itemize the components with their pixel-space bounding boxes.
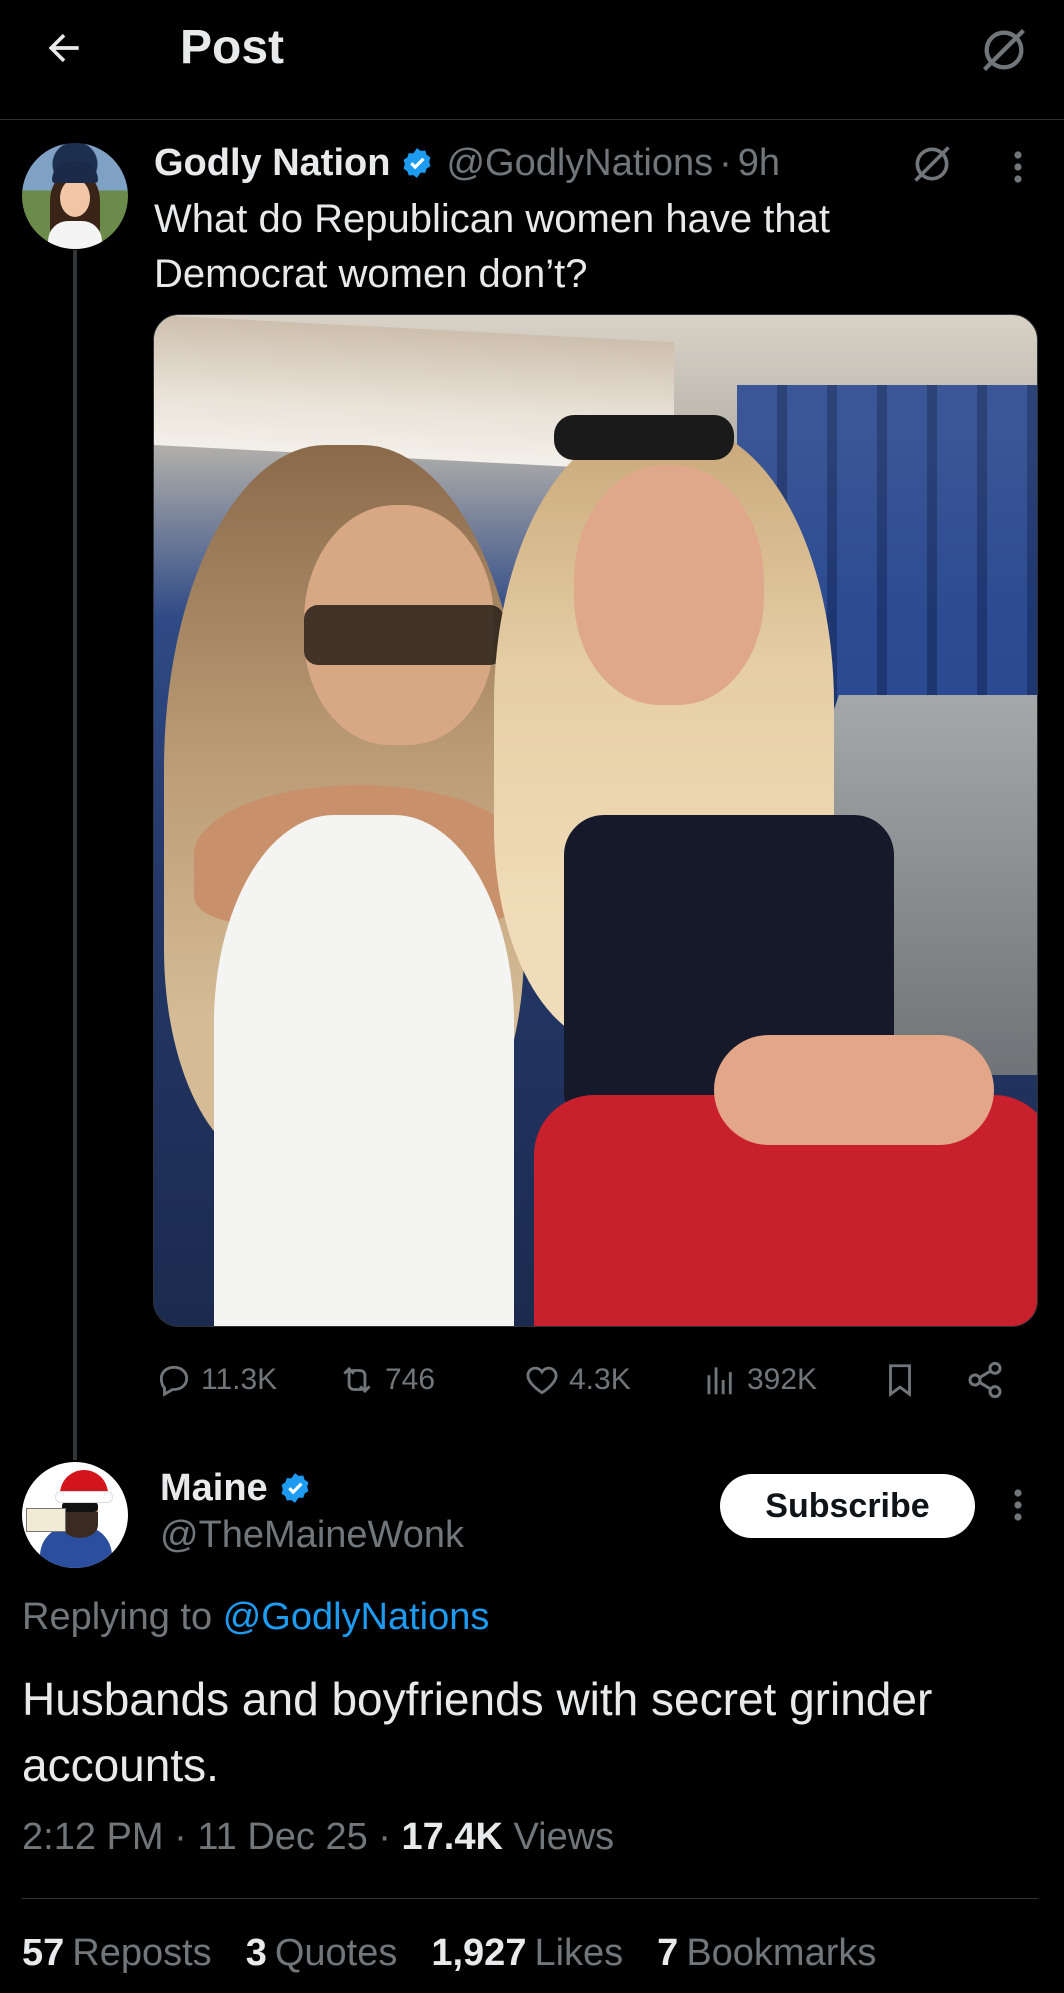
back-arrow-icon [48, 33, 79, 63]
reply-views-count: 17.4K [401, 1816, 503, 1858]
post-header: Godly Nation @GodlyNations · 9h [154, 138, 780, 188]
reply-meta: 2:12 PM · 11 Dec 25 · 17.4K Views [22, 1816, 614, 1859]
replying-prefix: Replying to [22, 1596, 213, 1638]
reply-time[interactable]: 2:12 PM [22, 1816, 164, 1858]
avatar[interactable] [22, 143, 128, 249]
bookmark-icon [889, 1364, 911, 1398]
top-bar: Post [0, 0, 1064, 120]
engagement-stats: 57 Reposts 3 Quotes 1,927 Likes 7 Bookmarks [22, 1932, 876, 1975]
replying-mention-link[interactable]: @GodlyNations [223, 1596, 490, 1638]
grok-button[interactable] [974, 20, 1034, 80]
back-button[interactable] [36, 20, 92, 76]
likes-count: 1,927 [431, 1932, 527, 1974]
separator-dot: · [174, 1816, 187, 1858]
quotes-stat[interactable]: 3 Quotes [246, 1932, 398, 1975]
author-handle[interactable]: @GodlyNations [446, 142, 713, 185]
author-name[interactable]: Godly Nation [154, 142, 390, 185]
page-title: Post [180, 21, 285, 74]
share-icon [968, 1361, 1002, 1399]
more-icon [1014, 151, 1022, 183]
more-icon [1014, 1489, 1022, 1521]
quotes-count: 3 [245, 1932, 267, 1974]
post-image[interactable] [153, 314, 1038, 1327]
like-icon [526, 1366, 558, 1395]
repost-button[interactable]: 746 [337, 1352, 435, 1408]
action-bar: 11.3K 746 4.3K 392K [153, 1352, 1033, 1408]
bookmarks-label: Bookmarks [686, 1932, 877, 1974]
grok-icon [914, 146, 950, 182]
reposts-count: 57 [22, 1932, 65, 1974]
reply-author-name[interactable]: Maine [160, 1467, 268, 1510]
verified-badge-icon [400, 146, 434, 180]
subscribe-button[interactable]: Subscribe [720, 1474, 975, 1538]
reply-text: Husbands and boyfriends with secret grin… [22, 1673, 933, 1791]
quotes-label: Quotes [274, 1932, 398, 1974]
replying-to: Replying to @GodlyNations [22, 1596, 489, 1639]
likes-stat[interactable]: 1,927 Likes [431, 1932, 623, 1975]
separator-dot: · [378, 1816, 391, 1858]
reply-icon [159, 1365, 189, 1397]
bookmark-button[interactable] [881, 1352, 919, 1408]
reply-count: 11.3K [201, 1363, 278, 1396]
repost-count: 746 [385, 1363, 436, 1396]
reply-views-label: Views [513, 1816, 615, 1858]
reply-more-button[interactable] [998, 1480, 1038, 1530]
verified-badge-icon [278, 1471, 312, 1505]
post-text: What do Republican women have that Democ… [154, 197, 830, 296]
post-time[interactable]: 9h [738, 142, 780, 185]
separator-dot: · [719, 141, 732, 184]
likes-label: Likes [534, 1932, 624, 1974]
more-button[interactable] [998, 142, 1038, 192]
like-button[interactable]: 4.3K [523, 1352, 631, 1408]
bookmarks-count: 7 [657, 1932, 679, 1974]
grok-icon [982, 28, 1026, 72]
reposts-label: Reposts [72, 1932, 212, 1974]
reply-author-row: Maine [160, 1462, 312, 1514]
reposts-stat[interactable]: 57 Reposts [22, 1932, 212, 1975]
reply-avatar[interactable] [22, 1462, 128, 1568]
views-button[interactable]: 392K [701, 1352, 817, 1408]
bookmarks-stat[interactable]: 7 Bookmarks [657, 1932, 876, 1975]
share-button[interactable] [965, 1352, 1005, 1408]
divider [22, 1898, 1038, 1899]
views-count: 392K [747, 1363, 818, 1396]
repost-icon [343, 1366, 371, 1394]
reply-author-handle[interactable]: @TheMaineWonk [160, 1514, 464, 1557]
views-icon [707, 1367, 732, 1395]
grok-post-button[interactable] [904, 138, 960, 190]
like-count: 4.3K [569, 1363, 631, 1396]
reply-date[interactable]: 11 Dec 25 [197, 1816, 367, 1858]
thread-connector [73, 250, 77, 1460]
reply-button[interactable]: 11.3K [155, 1352, 277, 1408]
